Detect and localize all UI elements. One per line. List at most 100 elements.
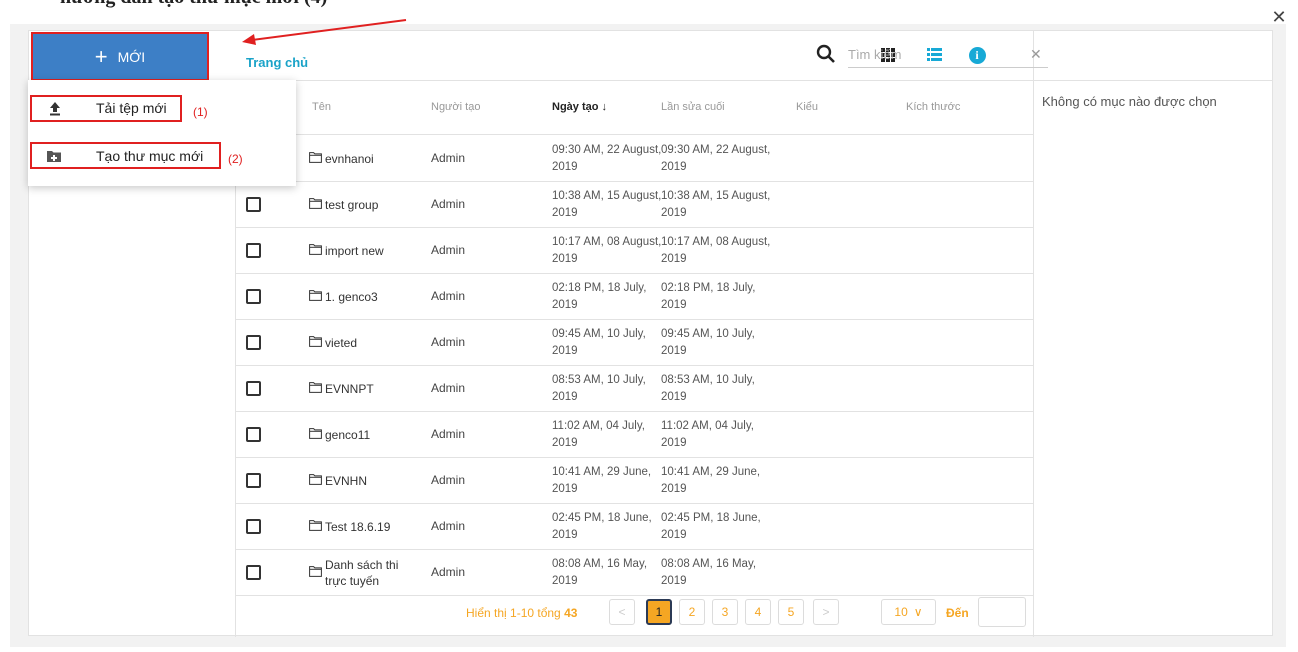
table-row[interactable]: genco11 Admin 11:02 AM, 04 July, 2019 11:02… [236, 412, 1033, 458]
dropdown-item-upload[interactable]: Tải tệp mới [96, 100, 167, 116]
new-button[interactable]: + MỚI [31, 32, 209, 81]
row-name: Danh sách thi trực tuyến [325, 558, 399, 588]
page-button-4[interactable]: 4 [745, 599, 771, 625]
folder-icon [309, 198, 325, 212]
row-name: EVNNPT [325, 382, 374, 396]
folder-icon [309, 474, 325, 488]
table-row[interactable]: Danh sách thi trực tuyến Admin 08:08 AM, 1… [236, 550, 1033, 596]
row-created: 10:41 AM, 29 June, 2019 [552, 466, 652, 495]
per-page-value: 10 [894, 605, 908, 619]
row-modified: 09:45 AM, 10 July, 2019 [661, 328, 755, 357]
pagination-info: Hiển thị 1-10 tổng 43 [466, 606, 577, 620]
table-row[interactable]: EVNNPT Admin 08:53 AM, 10 July, 2019 08:53 … [236, 366, 1033, 412]
column-header-author[interactable]: Người tạo [431, 101, 480, 113]
page-button-3[interactable]: 3 [712, 599, 738, 625]
row-created: 08:53 AM, 10 July, 2019 [552, 374, 646, 403]
column-header-modified[interactable]: Lần sửa cuối [661, 101, 725, 113]
table-row[interactable]: test group Admin 10:38 AM, 15 August, 2019… [236, 182, 1033, 228]
row-author: Admin [431, 243, 466, 257]
table-row[interactable]: import new Admin 10:17 AM, 08 August, 2019… [236, 228, 1033, 274]
new-folder-icon [47, 151, 61, 162]
row-author: Admin [431, 151, 466, 165]
breadcrumb[interactable]: Trang chủ [246, 55, 308, 70]
row-checkbox[interactable] [246, 197, 261, 212]
folder-icon [309, 566, 325, 580]
column-header-size[interactable]: Kích thước [906, 101, 960, 113]
page-button-5[interactable]: 5 [778, 599, 804, 625]
folder-icon [309, 336, 325, 350]
row-name-cell[interactable]: Test 18.6.19 [309, 504, 419, 550]
row-created: 02:45 PM, 18 June, 2019 [552, 512, 652, 541]
new-button-label: MỚI [117, 48, 146, 65]
column-header-created[interactable]: Ngày tạo ↓ [552, 101, 607, 113]
row-created: 10:17 AM, 08 August, 2019 [552, 236, 662, 265]
row-modified: 10:38 AM, 15 August, 2019 [661, 190, 771, 219]
folder-icon [309, 382, 325, 396]
page-button-2[interactable]: 2 [679, 599, 705, 625]
page-button-1[interactable]: 1 [646, 599, 672, 625]
prev-page-button[interactable]: < [609, 599, 635, 625]
row-name-cell[interactable]: 1. genco3 [309, 274, 419, 320]
row-name-cell[interactable]: vieted [309, 320, 419, 366]
row-checkbox[interactable] [246, 289, 261, 304]
search-icon[interactable] [816, 44, 836, 66]
folder-icon [309, 290, 325, 304]
column-header-name[interactable]: Tên [312, 101, 331, 113]
row-author: Admin [431, 335, 466, 349]
row-checkbox[interactable] [246, 565, 261, 580]
search-bar: ✕ [808, 39, 1058, 73]
row-author: Admin [431, 427, 466, 441]
row-created: 08:08 AM, 16 May, 2019 [552, 558, 648, 587]
row-name: 1. genco3 [325, 290, 378, 304]
row-name-cell[interactable]: Danh sách thi trực tuyến [309, 550, 419, 596]
row-name-cell[interactable]: EVNHN [309, 458, 419, 504]
row-author: Admin [431, 197, 466, 211]
row-checkbox[interactable] [246, 381, 261, 396]
row-checkbox[interactable] [246, 427, 261, 442]
goto-page-input[interactable] [978, 597, 1026, 627]
table-row[interactable]: 1. genco3 Admin 02:18 PM, 18 July, 2019 02:… [236, 274, 1033, 320]
row-checkbox[interactable] [246, 473, 261, 488]
row-name: EVNHN [325, 474, 368, 488]
row-name: Test 18.6.19 [325, 520, 391, 534]
row-name-cell[interactable]: import new [309, 228, 419, 274]
row-created: 02:18 PM, 18 July, 2019 [552, 282, 647, 311]
upload-icon [50, 102, 60, 116]
row-author: Admin [431, 565, 466, 579]
no-selection-text: Không có mục nào được chọn [1042, 94, 1217, 109]
row-name: evnhanoi [325, 152, 374, 166]
row-name-cell[interactable]: genco11 [309, 412, 419, 458]
pagination-total: 43 [564, 606, 578, 620]
row-created: 11:02 AM, 04 July, 2019 [552, 420, 645, 449]
column-header-created-label: Ngày tạo [552, 101, 599, 113]
per-page-select[interactable]: 10 ∨ [881, 599, 936, 625]
sort-arrow-icon: ↓ [601, 101, 608, 113]
row-author: Admin [431, 381, 466, 395]
row-author: Admin [431, 519, 466, 533]
dropdown-item-new-folder[interactable]: Tạo thư mục mới [96, 148, 203, 164]
row-name-cell[interactable]: EVNNPT [309, 366, 419, 412]
row-modified: 10:41 AM, 29 June, 2019 [661, 466, 761, 495]
table-row[interactable]: Test 18.6.19 Admin 02:45 PM, 18 June, 2019… [236, 504, 1033, 550]
folder-icon [309, 152, 325, 166]
column-header-type[interactable]: Kiểu [796, 101, 818, 113]
row-name: genco11 [325, 428, 371, 442]
row-modified: 08:08 AM, 16 May, 2019 [661, 558, 757, 587]
table-row[interactable]: evnhanoi Admin 09:30 AM, 22 August, 2019 09… [236, 136, 1033, 182]
row-modified: 08:53 AM, 10 July, 2019 [661, 374, 755, 403]
row-checkbox[interactable] [246, 243, 261, 258]
search-input[interactable] [848, 42, 1048, 68]
row-checkbox[interactable] [246, 335, 261, 350]
annotation-1: (1) [193, 105, 208, 119]
row-name-cell[interactable]: test group [309, 182, 419, 228]
plus-icon: + [94, 43, 108, 69]
clear-search-icon[interactable]: ✕ [1030, 46, 1042, 63]
row-checkbox[interactable] [246, 519, 261, 534]
table-row[interactable]: EVNHN Admin 10:41 AM, 29 June, 2019 10:41 A… [236, 458, 1033, 504]
folder-icon [309, 520, 325, 534]
chevron-down-icon: ∨ [913, 605, 923, 619]
row-name-cell[interactable]: evnhanoi [309, 136, 419, 182]
next-page-button[interactable]: > [813, 599, 839, 625]
row-name: import new [325, 244, 384, 258]
table-row[interactable]: vieted Admin 09:45 AM, 10 July, 2019 09:45 … [236, 320, 1033, 366]
